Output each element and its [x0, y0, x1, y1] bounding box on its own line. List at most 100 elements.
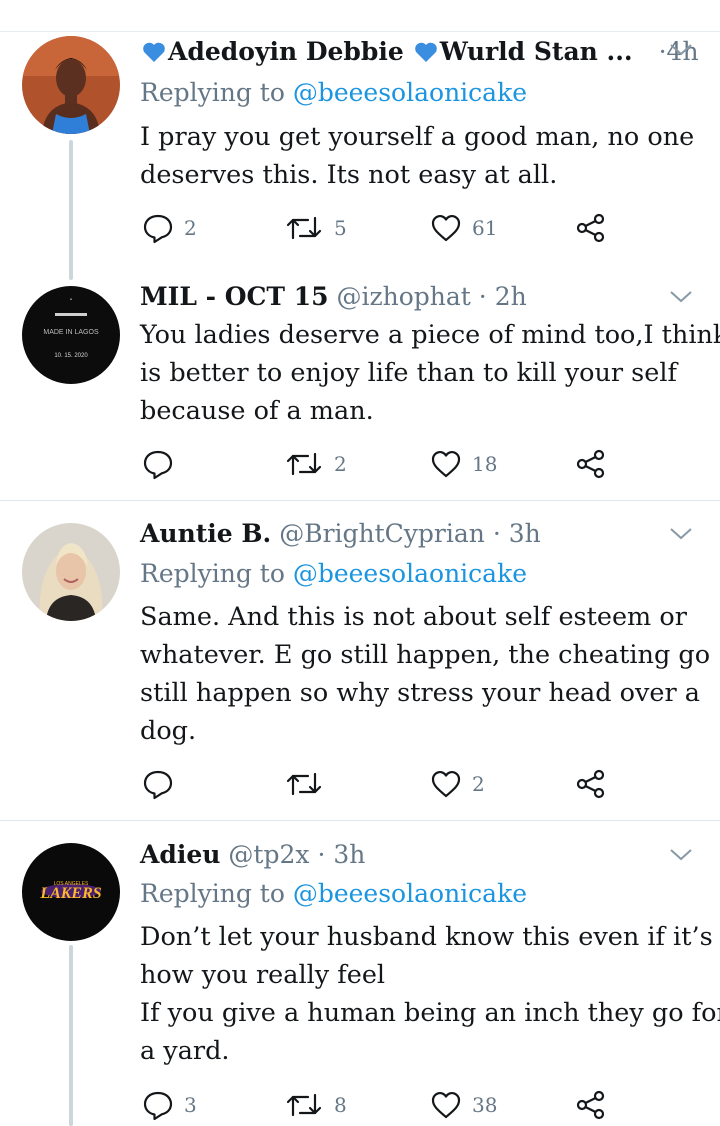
mention-link[interactable]: @beeesolaonicake: [293, 78, 527, 107]
chevron-down-icon: [670, 44, 692, 56]
retweet-button[interactable]: 2: [284, 447, 347, 481]
like-button[interactable]: 38: [430, 1088, 497, 1122]
replying-label: Replying to: [140, 559, 285, 588]
replying-to: Replying to @beeesolaonicake: [140, 556, 527, 592]
tweet-menu-caret[interactable]: [668, 524, 694, 544]
share-icon: [576, 769, 605, 799]
avatar-image: [22, 36, 120, 134]
tweet-text-line: still happen so why stress your head ove…: [140, 678, 700, 708]
reply-button[interactable]: 3: [142, 1088, 197, 1122]
retweet-button[interactable]: 5: [284, 211, 347, 245]
like-count: 2: [472, 772, 485, 796]
tweet-text-line: because of a man.: [140, 396, 374, 426]
avatar-adedoyin[interactable]: [22, 36, 120, 134]
like-icon: [431, 215, 461, 242]
tweet-header: Adieu @tp2x · 3h: [140, 835, 365, 875]
like-button[interactable]: 61: [430, 211, 497, 245]
share-icon: [576, 1090, 605, 1120]
replying-label: Replying to: [140, 78, 285, 107]
like-button[interactable]: 18: [430, 447, 497, 481]
tweet-text-line: deserves this. Its not easy at all.: [140, 160, 558, 190]
reply-icon: [143, 770, 173, 800]
user-handle[interactable]: @BrightCyprian: [279, 519, 485, 548]
retweet-button[interactable]: [284, 767, 334, 801]
share-button[interactable]: [575, 1088, 607, 1122]
like-icon: [431, 1092, 461, 1119]
tweet-header: Adedoyin Debbie Wurld Stan ... ·4h: [140, 32, 699, 72]
timestamp[interactable]: 2h: [495, 282, 527, 311]
tweet-text-line: Don’t let your husband know this even if…: [140, 922, 713, 952]
avatar-image: ▲ MADE IN LAGOS 10. 15. 2020: [22, 286, 120, 384]
share-button[interactable]: [575, 767, 607, 801]
reply-count: 2: [184, 216, 197, 240]
separator-dot: ·: [317, 840, 326, 869]
reply-icon: [143, 1091, 173, 1121]
tweet-text: You ladies deserve a piece of mind too,I…: [140, 316, 720, 430]
share-button[interactable]: [575, 211, 607, 245]
svg-text:▲: ▲: [69, 296, 73, 301]
chevron-down-icon: [670, 849, 692, 861]
tweet-text-line: is better to enjoy life than to kill you…: [140, 358, 677, 388]
thread-line: [69, 140, 73, 280]
avatar-adieu[interactable]: LOS ANGELES LAKERS: [22, 843, 120, 941]
like-count: 61: [472, 216, 498, 240]
tweet-menu-caret[interactable]: [668, 845, 694, 865]
retweet-icon: [286, 1093, 322, 1117]
tweet-text-line: how you really feel: [140, 960, 386, 990]
separator-dot: ·: [478, 282, 487, 311]
replying-label: Replying to: [140, 879, 285, 908]
like-button[interactable]: 2: [430, 767, 485, 801]
avatar-image: LOS ANGELES LAKERS: [22, 843, 120, 941]
avatar-mil[interactable]: ▲ MADE IN LAGOS 10. 15. 2020: [22, 286, 120, 384]
tweet-header: MIL - OCT 15 @izhophat · 2h: [140, 277, 527, 317]
timestamp[interactable]: 3h: [509, 519, 541, 548]
reply-button[interactable]: [142, 767, 184, 801]
retweet-button[interactable]: 8: [284, 1088, 347, 1122]
avatar-caption: MADE IN LAGOS: [43, 329, 99, 336]
blue-heart-emoji: [142, 41, 166, 63]
reply-button[interactable]: 2: [142, 211, 197, 245]
reply-icon: [143, 214, 173, 244]
replying-to: Replying to @beeesolaonicake: [140, 876, 527, 912]
share-button[interactable]: [575, 447, 607, 481]
tweet-text-line: dog.: [140, 716, 197, 746]
display-name[interactable]: Adedoyin Debbie: [168, 37, 404, 66]
replying-to: Replying to @beeesolaonicake: [140, 75, 527, 111]
tweet-header: Auntie B. @BrightCyprian · 3h: [140, 514, 541, 554]
mention-link[interactable]: @beeesolaonicake: [293, 879, 527, 908]
like-count: 18: [472, 452, 498, 476]
tweet-text-line: Same. And this is not about self esteem …: [140, 602, 687, 632]
mention-link[interactable]: @beeesolaonicake: [293, 559, 527, 588]
reply-icon: [143, 450, 173, 480]
avatar-logo: LAKERS: [39, 885, 101, 902]
chevron-down-icon: [670, 528, 692, 540]
reply-button[interactable]: [142, 447, 184, 481]
separator-dot: ·: [658, 37, 667, 66]
tweet-text: I pray you get yourself a good man, no o…: [140, 118, 700, 194]
display-name[interactable]: Auntie B.: [140, 519, 271, 548]
display-name[interactable]: MIL - OCT 15: [140, 282, 329, 311]
tweet-text-line: You ladies deserve a piece of mind too,I…: [140, 320, 720, 350]
display-name[interactable]: Adieu: [140, 840, 220, 869]
share-icon: [576, 449, 605, 479]
timestamp[interactable]: 3h: [333, 840, 365, 869]
like-count: 38: [472, 1093, 498, 1117]
tweet-text-line: I pray you get yourself a good man, no o…: [140, 122, 695, 152]
retweet-icon: [286, 452, 322, 476]
tweet-text: Don’t let your husband know this even if…: [140, 918, 720, 1070]
user-handle[interactable]: @izhophat: [336, 282, 470, 311]
user-handle[interactable]: @tp2x: [228, 840, 309, 869]
reply-count: 3: [184, 1093, 197, 1117]
tweet-divider: [0, 820, 720, 821]
retweet-count: 2: [334, 452, 347, 476]
separator-dot: ·: [492, 519, 501, 548]
display-name-suffix[interactable]: Wurld Stan ...: [440, 37, 633, 66]
tweet-menu-caret[interactable]: [668, 40, 694, 60]
retweet-count: 8: [334, 1093, 347, 1117]
tweet-menu-caret[interactable]: [668, 287, 694, 307]
avatar-auntie-b[interactable]: [22, 523, 120, 621]
like-icon: [431, 771, 461, 798]
retweet-count: 5: [334, 216, 347, 240]
tweet-text-line: a yard.: [140, 1036, 230, 1066]
retweet-icon: [286, 216, 322, 240]
